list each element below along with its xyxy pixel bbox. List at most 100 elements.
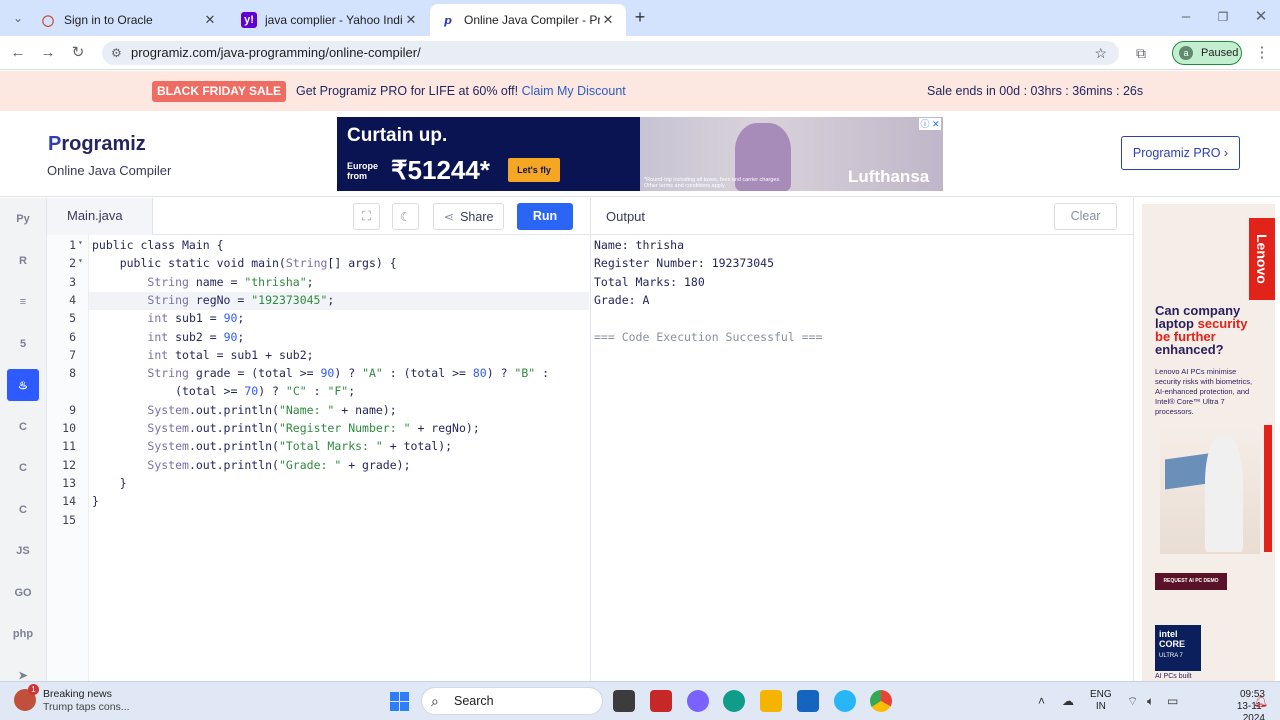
code-line[interactable]: System.out.println("Total Marks: " + tot… [92, 439, 452, 453]
fold-chevron-icon[interactable]: ▾ [78, 256, 83, 265]
dark-mode-icon[interactable]: ☾ [392, 203, 419, 230]
sidebar-r-icon[interactable]: R [7, 245, 39, 277]
tab-programiz[interactable]: 𝙥 Online Java Compiler - Program ✕ [430, 4, 626, 36]
output-line: Total Marks: 180 [594, 274, 705, 289]
file-tab-main-java[interactable]: Main.java [47, 198, 153, 235]
forward-icon[interactable]: → [38, 43, 58, 63]
line-number: 2 ▾ [69, 256, 83, 270]
line-number: 15 [62, 513, 76, 527]
folder-icon[interactable] [760, 690, 782, 712]
accent-bar [1264, 425, 1272, 552]
sidebar-csharp-icon[interactable]: C [7, 494, 39, 526]
code-line[interactable]: } [92, 476, 127, 490]
line-number: 11 [62, 439, 76, 453]
maximize-icon[interactable]: ❐ [1213, 7, 1233, 27]
menu-kebab-icon[interactable]: ⋮ [1252, 43, 1272, 63]
site-info-icon[interactable]: ⚙ [111, 41, 122, 65]
request-demo-button[interactable]: REQUEST AI PC DEMO [1155, 573, 1227, 590]
store-icon[interactable] [797, 690, 819, 712]
output-line: Grade: A [594, 292, 650, 307]
tab-yahoo[interactable]: y! java complier - Yahoo India Sea ✕ [231, 4, 429, 36]
output-header: Output Clear [590, 198, 1133, 235]
sidebar-python-icon[interactable]: Py [7, 203, 39, 235]
volume-icon[interactable]: 🔈︎ [1147, 694, 1154, 709]
extensions-icon[interactable]: ⧉ [1131, 43, 1151, 63]
close-tab-icon[interactable]: ✕ [202, 12, 218, 28]
mcafee-icon[interactable] [650, 690, 672, 712]
programiz-pro-button[interactable]: Programiz PRO › [1121, 136, 1240, 170]
sidebar-html-icon[interactable]: 5 [7, 328, 39, 360]
code-line[interactable]: public class Main { [92, 238, 224, 252]
chevron-up-icon[interactable]: ˄ [1038, 694, 1045, 708]
new-tab-icon[interactable]: + [630, 7, 650, 27]
cloud-icon[interactable]: ☁ [1062, 694, 1074, 708]
code-line[interactable]: (total >= 70) ? "C" : "F"; [92, 384, 355, 398]
code-editor[interactable]: public class Main { public static void m… [89, 235, 589, 681]
code-line[interactable]: System.out.println("Name: " + name); [92, 403, 396, 417]
tab-search-icon[interactable]: ⌄ [8, 8, 28, 28]
browser-toolbar: ← → ↻ ⚙ programiz.com/java-programming/o… [0, 36, 1280, 70]
lufthansa-ad[interactable]: Curtain up. Europe from ₹51244* Let's fly… [337, 117, 943, 191]
tab-oracle[interactable]: ◯ Sign in to Oracle ✕ [30, 4, 228, 36]
sidebar-sql-icon[interactable]: ≡ [7, 286, 39, 318]
minimize-icon[interactable]: – [1176, 7, 1196, 27]
line-number-text: 12 [62, 457, 76, 472]
ad-fine-line-2: Other terms and conditions apply. [644, 183, 726, 189]
clear-button[interactable]: Clear [1054, 203, 1117, 230]
reload-icon[interactable]: ↻ [68, 43, 88, 63]
file-explorer-app-icon[interactable] [613, 690, 635, 712]
code-line[interactable]: } [92, 494, 99, 508]
chrome-icon[interactable] [870, 690, 892, 712]
close-window-icon[interactable]: ✕ [1251, 7, 1271, 27]
news-subtitle: Trump taps cons... [43, 701, 130, 713]
weather-app-icon[interactable] [834, 690, 856, 712]
edge-icon[interactable] [723, 690, 745, 712]
language-indicator[interactable]: ENG IN [1090, 689, 1112, 713]
code-line[interactable]: System.out.println("Grade: " + grade); [92, 458, 410, 472]
sale-badge: BLACK FRIDAY SALE [152, 81, 286, 102]
back-icon[interactable]: ← [8, 43, 28, 63]
code-line[interactable]: int total = sub1 + sub2; [92, 348, 313, 362]
bookmark-star-icon[interactable]: ☆ [1094, 41, 1107, 65]
address-bar[interactable]: ⚙ programiz.com/java-programming/online-… [102, 41, 1119, 65]
profile-button[interactable]: a Paused [1172, 41, 1242, 65]
code-line[interactable]: String name = "thrisha"; [92, 275, 313, 289]
close-tab-icon[interactable]: ✕ [600, 12, 616, 28]
ad-cta-button[interactable]: Let's fly [508, 158, 560, 182]
code-line[interactable]: int sub2 = 90; [92, 330, 244, 344]
code-line[interactable]: int sub1 = 90; [92, 311, 244, 325]
code-line[interactable]: String grade = (total >= 90) ? "A" : (to… [92, 366, 549, 380]
sidebar-php-icon[interactable]: php [7, 618, 39, 650]
fullscreen-icon[interactable]: ⛶ [353, 203, 380, 230]
battery-icon[interactable]: ▭ [1167, 694, 1178, 708]
sidebar-java-icon[interactable]: ♨ [7, 369, 39, 401]
line-number: 14 [62, 494, 76, 508]
lenovo-ad[interactable]: Lenovo Can company laptop security be fu… [1142, 204, 1275, 681]
tab-title: java complier - Yahoo India Sea [265, 13, 403, 27]
ad-choices-close-icon[interactable]: ⓘ ✕ [919, 118, 941, 130]
share-button[interactable]: ⋖ Share [433, 203, 504, 230]
code-line[interactable]: String regNo = "192373045"; [92, 293, 334, 307]
sidebar-c-icon[interactable]: C [7, 411, 39, 443]
avatar: a [1179, 46, 1193, 60]
code-line[interactable]: System.out.println("Register Number: " +… [92, 421, 479, 435]
headline-part-2: enhanced? [1155, 342, 1224, 357]
wifi-icon[interactable]: ⌔ [1127, 694, 1138, 709]
line-number-text: 7 [69, 347, 76, 362]
claim-discount-link[interactable]: Claim My Discount [522, 84, 626, 98]
run-button[interactable]: Run [517, 203, 573, 230]
copilot-icon[interactable] [687, 690, 709, 712]
notification-bell-icon[interactable]: 🔔︎ [1253, 694, 1268, 708]
core-word: CORE [1159, 639, 1186, 649]
close-tab-icon[interactable]: ✕ [403, 12, 419, 28]
sidebar-go-icon[interactable]: GO [7, 577, 39, 609]
sidebar-js-icon[interactable]: JS [7, 535, 39, 567]
code-line[interactable]: public static void main(String[] args) { [92, 256, 397, 270]
taskbar-search[interactable]: ⌕ Search [421, 687, 603, 715]
programiz-logo[interactable]: Programiz [48, 133, 146, 156]
windows-start-icon[interactable] [390, 692, 409, 711]
line-number: 13 [62, 476, 76, 490]
fold-chevron-icon[interactable]: ▾ [78, 238, 83, 247]
sidebar-cpp-icon[interactable]: C [7, 452, 39, 484]
lenovo-body-text: Lenovo AI PCs minimise security risks wi… [1155, 367, 1253, 416]
